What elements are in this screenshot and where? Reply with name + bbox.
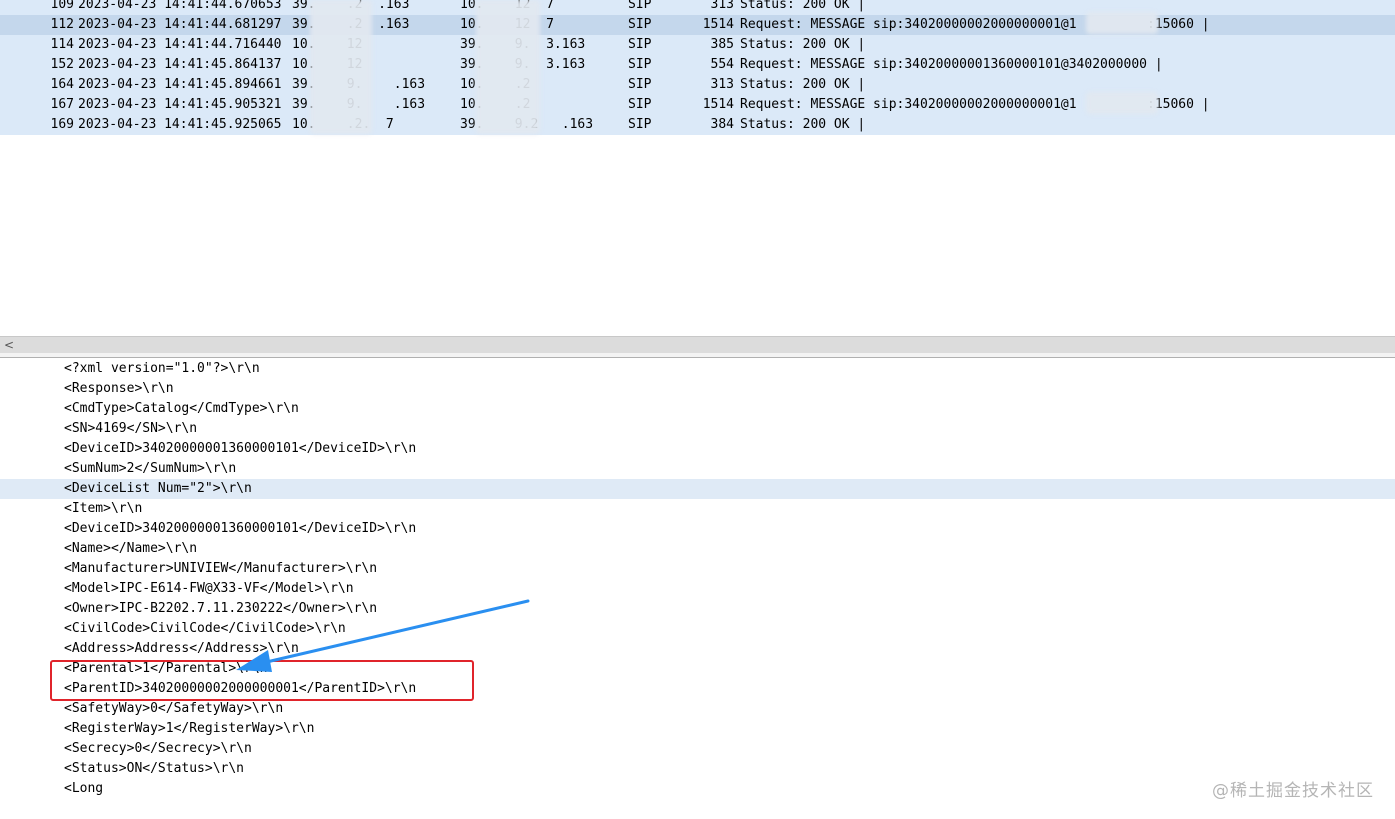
annotation-arrow-icon (236, 599, 530, 672)
watermark: @稀土掘金技术社区 (1212, 781, 1374, 801)
